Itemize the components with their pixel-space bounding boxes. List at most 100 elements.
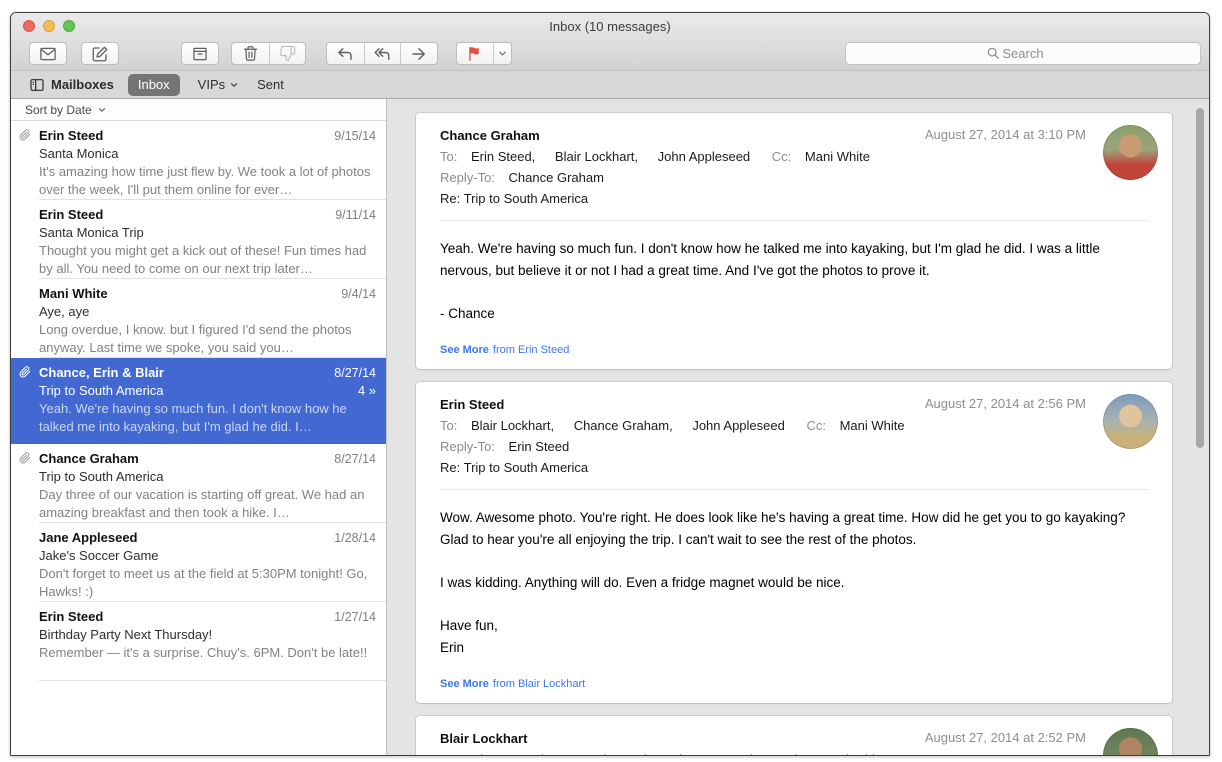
reply-to-value[interactable]: Chance Graham xyxy=(509,170,604,185)
recipient[interactable]: Chance Graham, xyxy=(574,418,673,433)
vips-label: VIPs xyxy=(198,77,225,92)
list-subject: Jake's Soccer Game xyxy=(39,547,159,564)
mailboxes-button[interactable]: Mailboxes xyxy=(29,77,114,93)
get-mail-button[interactable] xyxy=(29,42,67,65)
list-subject: Trip to South America xyxy=(39,468,164,485)
reply-button[interactable] xyxy=(327,43,364,64)
recipient[interactable]: John Appleseed xyxy=(590,752,683,756)
trash-junk-group xyxy=(231,42,306,65)
reply-icon xyxy=(336,45,354,63)
list-date: 9/11/14 xyxy=(335,207,376,224)
recipient[interactable]: Erin Steed, xyxy=(737,752,801,756)
recipient[interactable]: Blair Lockhart, xyxy=(555,149,638,164)
avatar xyxy=(1103,394,1158,449)
chevron-down-icon xyxy=(97,105,107,115)
flag-button[interactable] xyxy=(457,43,493,64)
reply-group xyxy=(326,42,438,65)
list-item[interactable]: Erin Steed1/27/14 Birthday Party Next Th… xyxy=(11,602,386,681)
thread-count-badge[interactable]: 4 » xyxy=(358,382,376,399)
compose-icon xyxy=(91,45,109,63)
mail-window: Inbox (10 messages) xyxy=(10,12,1210,756)
recipient[interactable]: Mani White xyxy=(840,418,905,433)
recipient[interactable]: John Appleseed xyxy=(692,418,785,433)
message-header: Blair Lockhart August 27, 2014 at 2:52 P… xyxy=(416,716,1172,756)
list-sender: Jane Appleseed xyxy=(39,529,138,546)
list-item-selected[interactable]: Chance, Erin & Blair8/27/14 Trip to Sout… xyxy=(11,358,386,444)
avatar xyxy=(1103,728,1158,756)
reading-pane: Chance Graham August 27, 2014 at 3:10 PM… xyxy=(387,99,1209,756)
to-label: To: xyxy=(440,752,457,756)
list-preview: Remember — it's a surprise. Chuy's. 6PM.… xyxy=(39,644,376,662)
message-subject: Re: Trip to South America xyxy=(440,191,588,206)
list-sender: Chance Graham xyxy=(39,450,139,467)
list-date: 8/27/14 xyxy=(334,365,376,382)
tab-vips[interactable]: VIPs xyxy=(198,77,239,92)
see-more-link[interactable]: See Morefrom Blair Lockhart xyxy=(440,678,1148,690)
see-more-label: See More xyxy=(440,344,489,356)
list-item[interactable]: Mani White9/4/14 Aye, aye Long overdue, … xyxy=(11,279,386,358)
recipient[interactable]: Mani White xyxy=(805,149,870,164)
see-more-from: from Erin Steed xyxy=(493,344,569,356)
list-item[interactable]: Erin Steed9/15/14 Santa Monica It's amaz… xyxy=(11,121,386,200)
signature-line: Have fun, xyxy=(440,615,1148,637)
list-item[interactable]: Jane Appleseed 1/28/14 Jake's Soccer Game… xyxy=(11,523,386,602)
flag-icon xyxy=(466,45,483,62)
trash-icon xyxy=(242,45,259,62)
message-body: Wow. Awesome photo. You're right. He doe… xyxy=(416,490,1172,703)
list-date: 8/27/14 xyxy=(334,451,376,468)
tab-sent[interactable]: Sent xyxy=(257,77,284,92)
forward-button[interactable] xyxy=(400,43,437,64)
see-more-link[interactable]: See More from Erin Steed xyxy=(440,344,1148,356)
see-more-label: See More xyxy=(440,678,489,690)
list-sender: Mani White xyxy=(39,285,108,302)
recipient[interactable]: Chance Graham, xyxy=(471,752,570,756)
reply-to-value[interactable]: Erin Steed xyxy=(509,439,570,454)
reply-all-icon xyxy=(373,45,391,63)
message-header: Erin Steed August 27, 2014 at 2:56 PM To… xyxy=(416,382,1172,489)
flag-group xyxy=(456,42,512,65)
list-preview: Thought you might get a kick out of thes… xyxy=(39,242,376,277)
recipient[interactable]: John Appleseed xyxy=(658,149,751,164)
message-card: Chance Graham August 27, 2014 at 3:10 PM… xyxy=(416,113,1172,369)
to-label: To: xyxy=(440,149,457,164)
archive-icon xyxy=(191,45,209,63)
message-card: Erin Steed August 27, 2014 at 2:56 PM To… xyxy=(416,382,1172,703)
body-paragraph: I was kidding. Anything will do. Even a … xyxy=(440,572,1148,594)
vertical-scrollbar[interactable] xyxy=(1196,108,1204,448)
cc-label: Cc: xyxy=(772,149,792,164)
recipient[interactable]: Blair Lockhart, xyxy=(471,418,554,433)
reply-to-label: Reply-To: xyxy=(440,170,495,185)
archive-button[interactable] xyxy=(181,42,219,65)
compose-button[interactable] xyxy=(81,42,119,65)
list-preview: Yeah. We're having so much fun. I don't … xyxy=(39,400,376,435)
cc-label: Cc: xyxy=(806,418,826,433)
search-input[interactable] xyxy=(845,42,1201,65)
tab-inbox[interactable]: Inbox xyxy=(128,74,180,96)
body-paragraph: - Chance xyxy=(440,303,1148,325)
message-date: August 27, 2014 at 3:10 PM xyxy=(925,127,1086,142)
trash-button[interactable] xyxy=(232,43,269,64)
list-item[interactable]: Erin Steed9/11/14 Santa Monica Trip Thou… xyxy=(11,200,386,279)
list-item[interactable]: Chance Graham 8/27/14 Trip to South Ameri… xyxy=(11,444,386,523)
recipient[interactable]: Erin Steed, xyxy=(471,149,535,164)
junk-button[interactable] xyxy=(269,43,306,64)
signature-line: Erin xyxy=(440,637,1148,659)
recipient[interactable]: Mani White xyxy=(821,752,886,756)
favorites-bar: Mailboxes Inbox VIPs Sent xyxy=(11,71,1209,99)
search-field xyxy=(845,42,1201,65)
flag-menu-button[interactable] xyxy=(493,43,511,64)
list-date: 9/15/14 xyxy=(334,128,376,145)
message-body: Yeah. We're having so much fun. I don't … xyxy=(416,221,1172,369)
mailboxes-sidebar-icon xyxy=(29,77,45,93)
list-date: 1/28/14 xyxy=(334,530,376,547)
forward-icon xyxy=(410,45,428,63)
paperclip-icon xyxy=(19,129,31,141)
list-preview: Don't forget to meet us at the field at … xyxy=(39,565,376,600)
sort-by-date-control[interactable]: Sort by Date xyxy=(11,99,386,121)
list-preview: It's amazing how time just flew by. We t… xyxy=(39,163,376,198)
sent-label: Sent xyxy=(257,77,284,92)
message-card: Blair Lockhart August 27, 2014 at 2:52 P… xyxy=(416,716,1172,756)
reply-all-button[interactable] xyxy=(364,43,401,64)
list-subject: Trip to South America xyxy=(39,382,164,399)
list-subject: Santa Monica Trip xyxy=(39,224,144,241)
